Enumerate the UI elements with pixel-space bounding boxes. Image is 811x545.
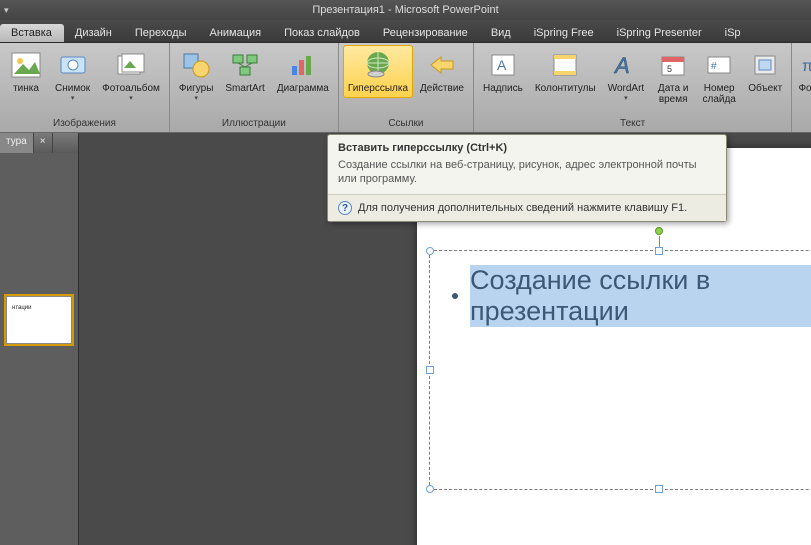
chart-button[interactable]: Диаграмма (272, 45, 334, 98)
chevron-down-icon: ▾ (129, 94, 133, 102)
date-time-button[interactable]: 5 Дата и время (651, 45, 695, 109)
resize-handle[interactable] (426, 485, 434, 493)
picture-icon (10, 49, 42, 81)
body-text[interactable]: Создание ссылки в презентации (470, 265, 811, 327)
group-label-links: Ссылки (343, 117, 469, 132)
textbox-button[interactable]: A Надпись (478, 45, 528, 98)
tab-design[interactable]: Дизайн (64, 24, 124, 42)
tab-animations[interactable]: Анимация (198, 24, 273, 42)
bullet-icon (452, 293, 458, 299)
textbox-icon: A (487, 49, 519, 81)
pi-icon: π (795, 49, 811, 81)
tooltip-title: Вставить гиперссылку (Ctrl+K) (328, 135, 726, 158)
smartart-icon (229, 49, 261, 81)
wordart-button[interactable]: A WordArt ▾ (603, 45, 650, 106)
svg-text:5: 5 (667, 64, 672, 74)
tab-view[interactable]: Вид (480, 24, 523, 42)
tab-ispring-presenter[interactable]: iSpring Presenter (606, 24, 714, 42)
tooltip-footer: ? Для получения дополнительных сведений … (328, 194, 726, 221)
picture-button[interactable]: тинка (4, 45, 48, 98)
group-cut: π Форм (792, 43, 811, 132)
group-label-images: Изображения (4, 117, 165, 132)
chevron-down-icon: ▾ (624, 94, 628, 102)
tab-isp-cut[interactable]: iSp (714, 24, 753, 42)
chart-icon (287, 49, 319, 81)
tab-review[interactable]: Рецензирование (372, 24, 480, 42)
screenshot-button[interactable]: Снимок ▾ (50, 45, 95, 106)
tab-transitions[interactable]: Переходы (124, 24, 199, 42)
window-title: Презентация1 - Microsoft PowerPoint (312, 4, 498, 16)
wordart-icon: A (610, 49, 642, 81)
body-bullet-line[interactable]: Создание ссылки в презентации (430, 251, 811, 341)
equation-button[interactable]: π Форм (796, 45, 811, 98)
quick-access-toolbar: ▾ (0, 0, 9, 20)
resize-handle[interactable] (655, 485, 663, 493)
group-label-illustrations: Иллюстрации (174, 117, 334, 132)
tab-insert[interactable]: Вставка (0, 24, 64, 42)
object-icon (749, 49, 781, 81)
chevron-down-icon: ▾ (71, 94, 75, 102)
tab-ispring-free[interactable]: iSpring Free (523, 24, 606, 42)
tab-slideshow[interactable]: Показ слайдов (273, 24, 372, 42)
sidepane-tab-outline[interactable]: тура (0, 133, 34, 153)
action-button[interactable]: Действие (415, 45, 469, 98)
group-links: Гиперссылка Действие Ссылки (339, 43, 474, 132)
svg-text:π: π (802, 58, 811, 75)
resize-handle[interactable] (426, 247, 434, 255)
svg-text:A: A (497, 57, 507, 73)
header-footer-button[interactable]: Колонтитулы (530, 45, 601, 98)
slide-number-icon: # (703, 49, 735, 81)
svg-text:A: A (613, 53, 630, 78)
ribbon: тинка Снимок ▾ Фотоальбом ▾ Изображения (0, 43, 811, 133)
slide-body-placeholder[interactable]: Создание ссылки в презентации (429, 250, 811, 490)
qat-dropdown-icon[interactable]: ▾ (4, 0, 9, 20)
ribbon-tabs: Вставка Дизайн Переходы Анимация Показ с… (0, 20, 811, 43)
sidepane-tabs: тура × (0, 133, 78, 153)
group-text: A Надпись Колонтитулы A WordArt ▾ 5 (474, 43, 792, 132)
group-label-text: Текст (478, 117, 787, 132)
hyperlink-tooltip: Вставить гиперссылку (Ctrl+K) Создание с… (327, 134, 727, 222)
tooltip-footer-text: Для получения дополнительных сведений на… (358, 202, 687, 214)
date-time-icon: 5 (657, 49, 689, 81)
globe-link-icon (362, 49, 394, 81)
title-bar: ▾ Презентация1 - Microsoft PowerPoint (0, 0, 811, 20)
group-images: тинка Снимок ▾ Фотоальбом ▾ Изображения (0, 43, 170, 132)
photoalbum-icon (115, 49, 147, 81)
slide-number-button[interactable]: # Номер слайда (697, 45, 741, 109)
header-footer-icon (549, 49, 581, 81)
object-button[interactable]: Объект (743, 45, 787, 98)
screenshot-icon (57, 49, 89, 81)
sidepane-tab-close[interactable]: × (34, 133, 53, 153)
help-icon: ? (338, 201, 352, 215)
shapes-button[interactable]: Фигуры ▾ (174, 45, 218, 106)
shapes-icon (180, 49, 212, 81)
group-illustrations: Фигуры ▾ SmartArt Диаграмма Иллюстрации (170, 43, 339, 132)
slide-thumbnail-1[interactable]: нтации (6, 296, 72, 344)
svg-text:#: # (711, 61, 717, 72)
tooltip-body: Создание ссылки на веб-страницу, рисунок… (328, 158, 726, 194)
photoalbum-button[interactable]: Фотоальбом ▾ (97, 45, 165, 106)
action-icon (426, 49, 458, 81)
resize-handle[interactable] (426, 366, 434, 374)
slides-pane[interactable]: тура × нтации (0, 133, 79, 545)
smartart-button[interactable]: SmartArt (220, 45, 269, 98)
rotate-handle[interactable] (655, 227, 663, 235)
hyperlink-button[interactable]: Гиперссылка (343, 45, 413, 98)
chevron-down-icon: ▾ (194, 94, 198, 102)
resize-handle[interactable] (655, 247, 663, 255)
